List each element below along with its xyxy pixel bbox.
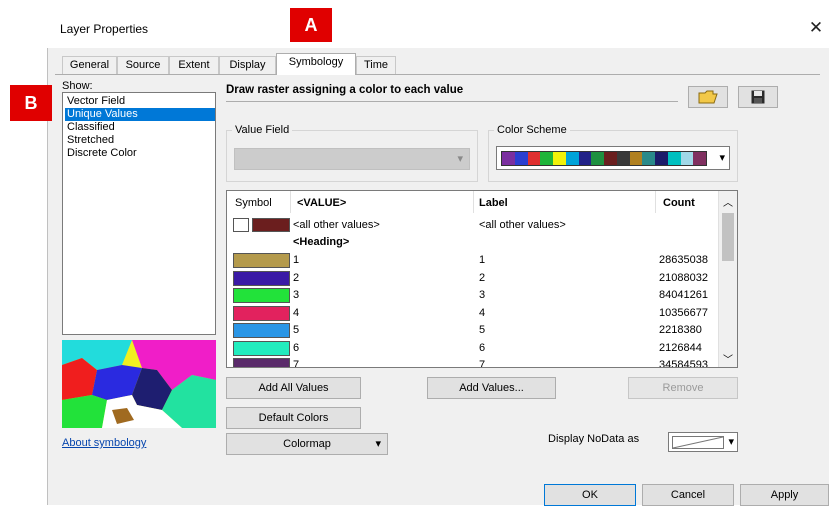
save-button[interactable]	[738, 86, 778, 108]
row-count: 2126844	[659, 341, 702, 354]
ok-button[interactable]: OK	[544, 484, 636, 506]
row-value: 6	[293, 341, 300, 354]
row-symbol-swatch[interactable]	[233, 270, 290, 286]
chevron-down-icon: ▾	[719, 152, 725, 164]
color-ramp-segment	[591, 152, 604, 165]
color-ramp-segment	[680, 152, 694, 165]
color-ramp-segment	[693, 152, 706, 165]
color-ramp-segment	[540, 152, 553, 165]
color-ramp-segment	[514, 152, 528, 165]
about-symbology-link[interactable]: About symbology	[62, 437, 146, 449]
close-button[interactable]: ✕	[806, 18, 826, 38]
row-symbol-swatch[interactable]	[233, 253, 290, 268]
value-field-dropdown[interactable]: ▾	[234, 148, 470, 170]
tab-source[interactable]: Source	[117, 56, 169, 74]
cancel-button[interactable]: Cancel	[642, 484, 734, 506]
add-all-values-button[interactable]: Add All Values	[226, 377, 361, 399]
tab-symbology[interactable]: Symbology	[276, 53, 356, 75]
row-symbol-swatch[interactable]	[233, 323, 290, 338]
chevron-down-icon: ▾	[728, 436, 734, 448]
add-values-button[interactable]: Add Values...	[427, 377, 556, 399]
tab-general[interactable]: General	[62, 56, 117, 74]
vertical-scrollbar[interactable]: ︿ ﹀	[718, 191, 737, 367]
row-label: 2	[479, 271, 486, 284]
row-label: 5	[479, 324, 486, 336]
row-value: 5	[293, 324, 300, 336]
row-value: 7	[293, 359, 300, 368]
symbology-preview-image	[62, 340, 216, 428]
row-value: 1	[293, 254, 300, 266]
row-count: 21088032	[659, 271, 708, 284]
row-count: 28635038	[659, 254, 708, 266]
scrollbar-thumb[interactable]	[722, 213, 734, 261]
title-bar	[47, 14, 829, 48]
row-count: 84041261	[659, 289, 708, 301]
window-title: Layer Properties	[60, 22, 149, 36]
color-ramp-segment	[565, 152, 579, 165]
show-listbox[interactable]: Vector Field Unique Values Classified St…	[62, 92, 216, 335]
show-label: Show:	[62, 80, 93, 92]
chevron-down-icon: ▾	[457, 153, 463, 165]
colormap-button-label: Colormap	[283, 438, 331, 450]
color-ramp-segment	[553, 152, 566, 165]
description-text: Draw raster assigning a color to each va…	[226, 84, 678, 102]
display-nodata-label: Display NoData as	[548, 433, 640, 445]
nodata-color-swatch	[672, 436, 724, 449]
default-colors-button[interactable]: Default Colors	[226, 407, 361, 429]
row-symbol-swatch[interactable]	[233, 340, 290, 356]
color-ramp-segment	[667, 152, 681, 165]
tab-display[interactable]: Display	[219, 56, 276, 74]
value-field-label: Value Field	[232, 124, 293, 136]
open-folder-button[interactable]	[688, 86, 728, 108]
row-count: 34584593	[659, 359, 708, 368]
tab-extent[interactable]: Extent	[169, 56, 219, 74]
color-ramp-segment	[604, 152, 617, 165]
color-ramp-segment	[655, 152, 668, 165]
show-item-discrete-color[interactable]: Discrete Color	[65, 147, 139, 160]
color-scheme-label: Color Scheme	[494, 124, 570, 136]
row-label: 7	[479, 359, 486, 368]
row-label: 1	[479, 254, 486, 266]
show-item-stretched[interactable]: Stretched	[65, 134, 116, 147]
tab-time[interactable]: Time	[356, 56, 396, 74]
row-symbol-swatch[interactable]	[233, 305, 290, 321]
unique-values-table[interactable]: Symbol <VALUE> Label Count <all other va…	[226, 190, 738, 368]
scroll-down-icon[interactable]: ﹀	[723, 351, 733, 366]
row-symbol-swatch[interactable]	[233, 358, 290, 367]
row-label: 3	[479, 289, 486, 301]
color-ramp-segment	[578, 152, 592, 165]
color-ramp-segment	[642, 152, 655, 165]
marker-a: A	[290, 8, 332, 42]
color-scheme-dropdown[interactable]: ▾	[496, 146, 730, 170]
show-item-vector-field[interactable]: Vector Field	[65, 95, 127, 108]
row-value: 3	[293, 289, 300, 301]
color-ramp-segment	[502, 152, 515, 165]
open-folder-icon	[698, 90, 718, 104]
row-symbol-swatch[interactable]	[233, 288, 290, 303]
save-disk-icon	[751, 90, 765, 104]
marker-b: B	[10, 85, 52, 121]
remove-button[interactable]: Remove	[628, 377, 738, 399]
table-rows: 1 1 28635038 2 2 21088032 3 3 84041261 4 4 10356677…	[227, 191, 717, 368]
row-value: 4	[293, 306, 300, 319]
colormap-button[interactable]: Colormap ▾	[226, 433, 388, 455]
color-ramp	[501, 151, 707, 166]
color-ramp-segment	[629, 152, 643, 165]
chevron-down-icon: ▾	[375, 438, 381, 450]
row-count: 2218380	[659, 324, 702, 336]
show-item-classified[interactable]: Classified	[65, 121, 117, 134]
row-count: 10356677	[659, 306, 708, 319]
color-ramp-segment	[616, 152, 630, 165]
row-label: 4	[479, 306, 486, 319]
scroll-up-icon[interactable]: ︿	[723, 194, 733, 209]
row-label: 6	[479, 341, 486, 354]
show-item-unique-values[interactable]: Unique Values	[65, 108, 215, 121]
nodata-color-picker[interactable]: ▾	[668, 432, 738, 452]
row-value: 2	[293, 271, 300, 284]
color-ramp-segment	[527, 152, 541, 165]
apply-button[interactable]: Apply	[740, 484, 829, 506]
